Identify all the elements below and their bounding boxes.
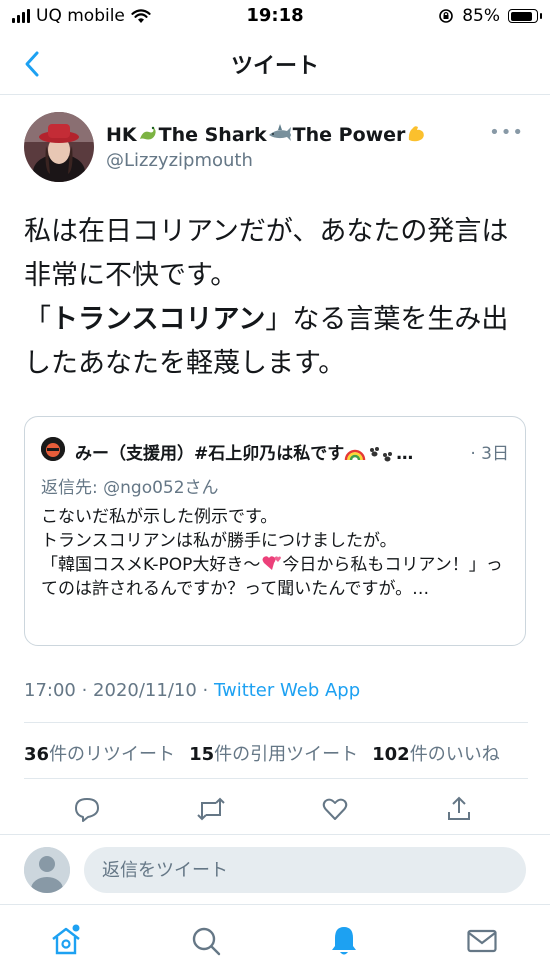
tweet-author: HK The Shark The Power @Lizzyzipmouth ••• <box>24 112 528 186</box>
notifications-icon <box>332 927 356 955</box>
tweet-timestamp: 17:00 · 2020/11/10 · <box>24 680 214 701</box>
rainbow-icon <box>345 449 366 461</box>
quoted-author-name: みー（支援用）#石上卯乃は私です … <box>75 439 413 464</box>
dragon-icon <box>137 122 159 149</box>
quoted-tweet-body: こないだ私が示した例示です。 トランスコリアンは私が勝手につけましたが。 「韓国… <box>41 505 509 601</box>
tab-bar <box>0 904 550 979</box>
author-handle[interactable]: @Lizzyzipmouth <box>106 150 253 171</box>
tweet-actions <box>24 790 528 830</box>
reply-bar <box>0 834 550 905</box>
tweet-stats: 36件のリツイート 15件の引用ツイート 102件のいいね <box>24 740 528 766</box>
tweet-bracket: 「 <box>24 304 51 335</box>
avatar-image <box>24 112 94 182</box>
tab-notifications[interactable] <box>326 923 362 959</box>
tweet-line-1: 私は在日コリアンだが、あなたの発言は非常に不快です。 <box>24 216 509 291</box>
orientation-lock-icon <box>439 9 454 23</box>
page-title: ツイート <box>230 54 319 79</box>
like-icon <box>322 798 348 820</box>
tweet-meta: 17:00 · 2020/11/10 · Twitter Web App <box>24 680 360 701</box>
two-hearts-icon <box>262 556 282 570</box>
quoted-author-avatar <box>41 437 65 461</box>
likes-stat[interactable]: 102件のいいね <box>372 740 500 766</box>
quotes-label: 件の引用ツイート <box>214 744 359 765</box>
reply-input[interactable] <box>84 847 526 893</box>
battery-info: 85% <box>438 6 542 26</box>
retweet-icon <box>197 797 225 821</box>
quotes-count: 15 <box>189 744 215 765</box>
author-name-part2: The Shark <box>158 124 267 146</box>
reply-icon <box>75 798 99 822</box>
like-button[interactable] <box>318 792 352 826</box>
quoted-tweet[interactable]: みー（支援用）#石上卯乃は私です … · 3日 返信先: @ngo052さん こな… <box>24 416 526 646</box>
flexed-biceps-icon <box>405 122 427 149</box>
tab-messages[interactable] <box>464 923 500 959</box>
likes-count: 102 <box>372 744 410 765</box>
quoted-tweet-header: みー（支援用）#石上卯乃は私です … · 3日 <box>41 437 509 464</box>
quotes-stat[interactable]: 15件の引用ツイート <box>189 740 358 766</box>
more-options-button[interactable]: ••• <box>489 122 524 143</box>
quoted-author-name-ellipsis: … <box>396 444 414 464</box>
quoted-line-3a: 「韓国コスメK-POP大好き〜 <box>41 555 261 575</box>
quoted-author-name-text: みー（支援用）#石上卯乃は私です <box>75 444 345 464</box>
author-name[interactable]: HK The Shark The Power <box>106 122 427 149</box>
retweets-count: 36 <box>24 744 50 765</box>
share-icon <box>448 796 470 820</box>
author-name-part3: The Power <box>292 124 406 146</box>
tweet-line-2: 「トランスコリアン」なる言葉を生み出したあなたを軽蔑します。 <box>24 298 528 386</box>
likes-label: 件のいいね <box>409 744 500 765</box>
divider <box>24 722 528 723</box>
quoted-reply-to: 返信先: @ngo052さん <box>41 478 219 498</box>
author-name-part1: HK <box>106 124 137 146</box>
tweet-text: 私は在日コリアンだが、あなたの発言は非常に不快です。 「トランスコリアン」なる言… <box>24 210 528 386</box>
tab-home[interactable] <box>48 923 84 959</box>
nav-header: ツイート <box>0 34 550 95</box>
shark-icon <box>267 122 293 149</box>
my-avatar[interactable] <box>24 847 70 893</box>
quoted-line-3: 「韓国コスメK-POP大好き〜 今日から私もコリアン！」ってのは許されるんですか？… <box>41 553 509 601</box>
status-bar: UQ mobile 19:18 85% <box>0 0 550 34</box>
quoted-line-1: こないだ私が示した例示です。 <box>41 507 278 527</box>
retweets-stat[interactable]: 36件のリツイート <box>24 740 175 766</box>
quoted-line-2: トランスコリアンは私が勝手につけましたが。 <box>41 531 397 551</box>
retweet-button[interactable] <box>194 792 228 826</box>
battery-percent: 85% <box>462 6 500 26</box>
reply-button[interactable] <box>70 792 104 826</box>
tweet-source-link[interactable]: Twitter Web App <box>214 680 360 701</box>
battery-icon <box>508 9 542 23</box>
author-avatar[interactable] <box>24 112 94 182</box>
paw-prints-icon <box>370 447 393 462</box>
home-icon <box>52 924 80 955</box>
divider <box>24 778 528 779</box>
tab-search[interactable] <box>188 923 224 959</box>
share-button[interactable] <box>442 792 476 826</box>
messages-icon <box>467 929 497 953</box>
tweet-bold-term: トランスコリアン <box>51 304 266 335</box>
retweets-label: 件のリツイート <box>49 744 176 765</box>
quoted-date: · 3日 <box>470 444 509 464</box>
search-icon <box>192 927 221 956</box>
